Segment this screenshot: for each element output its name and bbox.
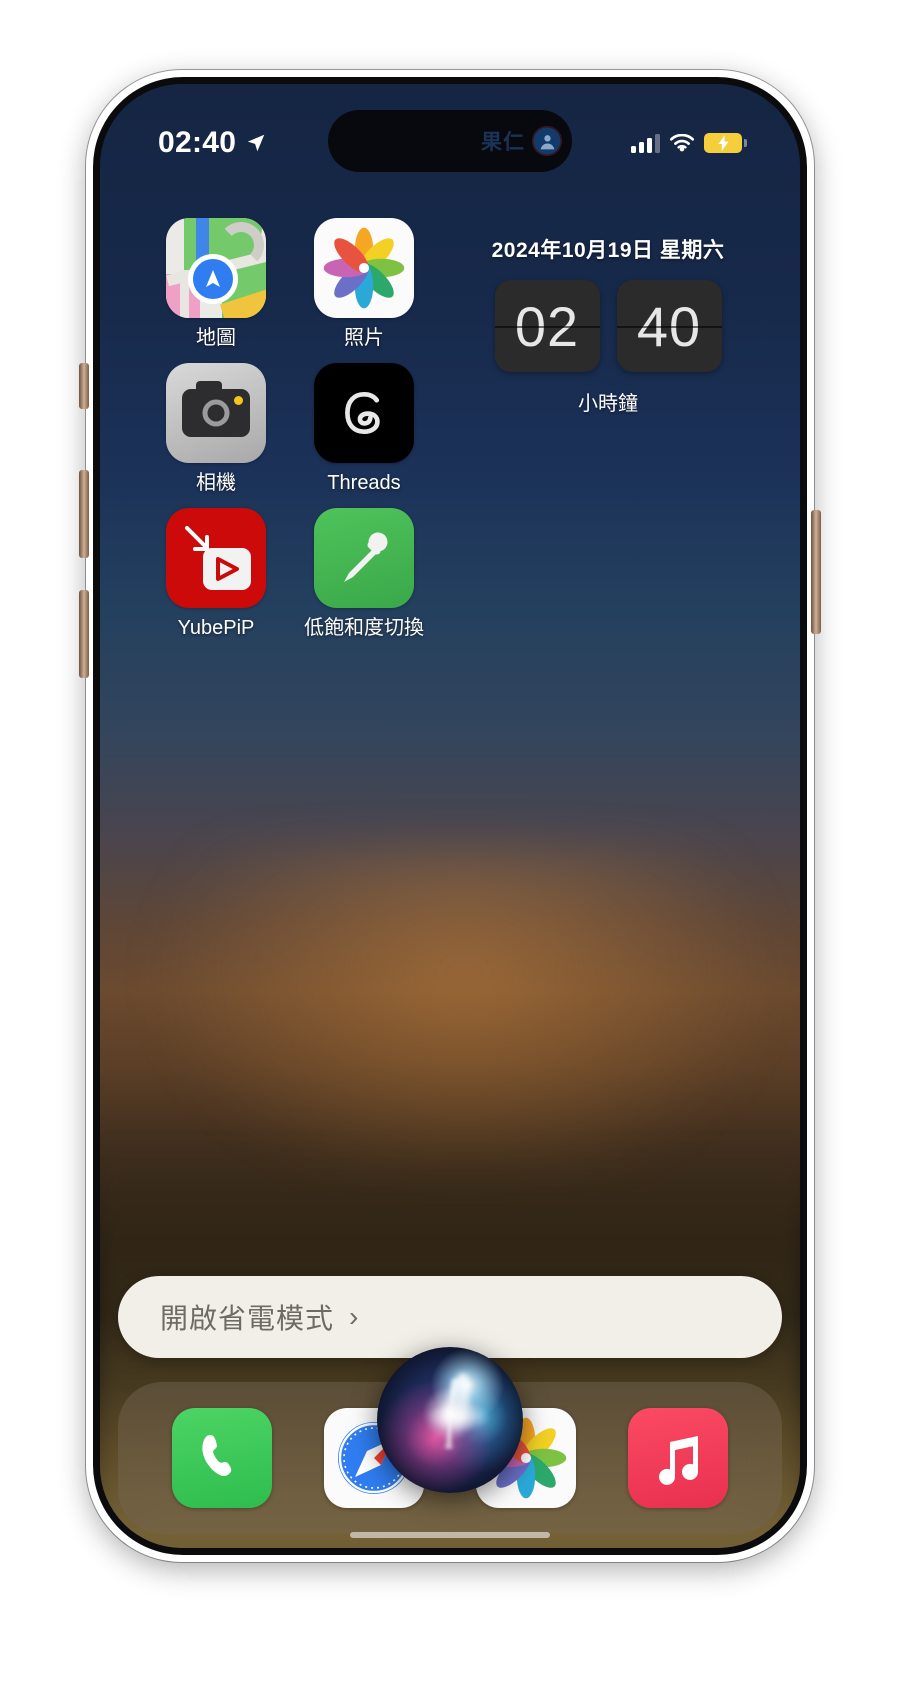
chevron-right-icon: › bbox=[349, 1301, 359, 1332]
clock-minutes: 40 bbox=[636, 294, 702, 358]
app-photos[interactable]: 照片 bbox=[290, 218, 438, 349]
maps-icon[interactable] bbox=[166, 218, 266, 318]
widget-label: 小時鐘 bbox=[578, 393, 638, 415]
phone-screen[interactable]: 02:40 果仁 地圖 照片 相機 Threads YubePiP 低飽和度切換… bbox=[100, 84, 800, 1548]
app-label: 地圖 bbox=[196, 327, 236, 349]
siri-suggestion-banner[interactable]: 開啟省電模式 › bbox=[118, 1276, 782, 1358]
threads-icon[interactable] bbox=[314, 363, 414, 463]
clock-hours: 02 bbox=[514, 294, 580, 358]
app-maps[interactable]: 地圖 bbox=[142, 218, 290, 349]
app-label: 相機 bbox=[196, 472, 236, 494]
flip-clock-widget[interactable]: 2024年10月19日 星期六 02 40 小時鐘 bbox=[458, 234, 758, 416]
music-icon bbox=[659, 1436, 698, 1485]
photos-icon[interactable] bbox=[314, 218, 414, 318]
dynamic-island[interactable]: 果仁 bbox=[328, 110, 572, 172]
volume-down-button[interactable] bbox=[79, 590, 89, 678]
app-label: 照片 bbox=[344, 327, 384, 349]
maps-compass-badge-icon bbox=[188, 254, 238, 304]
power-button[interactable] bbox=[811, 510, 821, 634]
flip-tile-hours: 02 bbox=[494, 280, 600, 372]
app-label: YubePiP bbox=[177, 617, 255, 639]
yubepip-icon[interactable] bbox=[166, 508, 266, 608]
eyedropper-icon[interactable] bbox=[314, 508, 414, 608]
app-label: Threads bbox=[327, 472, 401, 494]
app-label: 低飽和度切換 bbox=[304, 617, 424, 639]
wallpaper-sunset-glow bbox=[100, 845, 800, 1168]
silent-switch-button[interactable] bbox=[79, 363, 89, 409]
app-yubepip[interactable]: YubePiP bbox=[142, 508, 290, 639]
home-indicator[interactable] bbox=[350, 1532, 550, 1538]
screenshot-stage: 02:40 果仁 地圖 照片 相機 Threads YubePiP 低飽和度切換… bbox=[0, 0, 900, 1701]
siri-orb-icon[interactable] bbox=[377, 1347, 523, 1493]
dock-app-phone[interactable] bbox=[172, 1408, 272, 1508]
play-button-icon bbox=[203, 548, 251, 590]
camera-icon[interactable] bbox=[166, 363, 266, 463]
app-threads[interactable]: Threads bbox=[290, 363, 438, 494]
flip-clock-tiles: 02 40 bbox=[494, 280, 722, 372]
widget-date: 2024年10月19日 星期六 bbox=[491, 239, 725, 262]
siri-suggestion-text: 開啟省電模式 bbox=[160, 1303, 335, 1334]
siri-flare bbox=[415, 1379, 485, 1450]
app-low-saturation-toggle[interactable]: 低飽和度切換 bbox=[290, 508, 438, 639]
dynamic-island-label: 果仁 bbox=[481, 131, 525, 154]
phone-icon bbox=[202, 1435, 232, 1476]
dock-app-music[interactable] bbox=[628, 1408, 728, 1508]
volume-up-button[interactable] bbox=[79, 470, 89, 558]
app-camera[interactable]: 相機 bbox=[142, 363, 290, 494]
flip-tile-minutes: 40 bbox=[616, 280, 722, 372]
contact-avatar-icon bbox=[532, 126, 562, 156]
app-row: YubePiP 低飽和度切換 bbox=[100, 508, 800, 653]
